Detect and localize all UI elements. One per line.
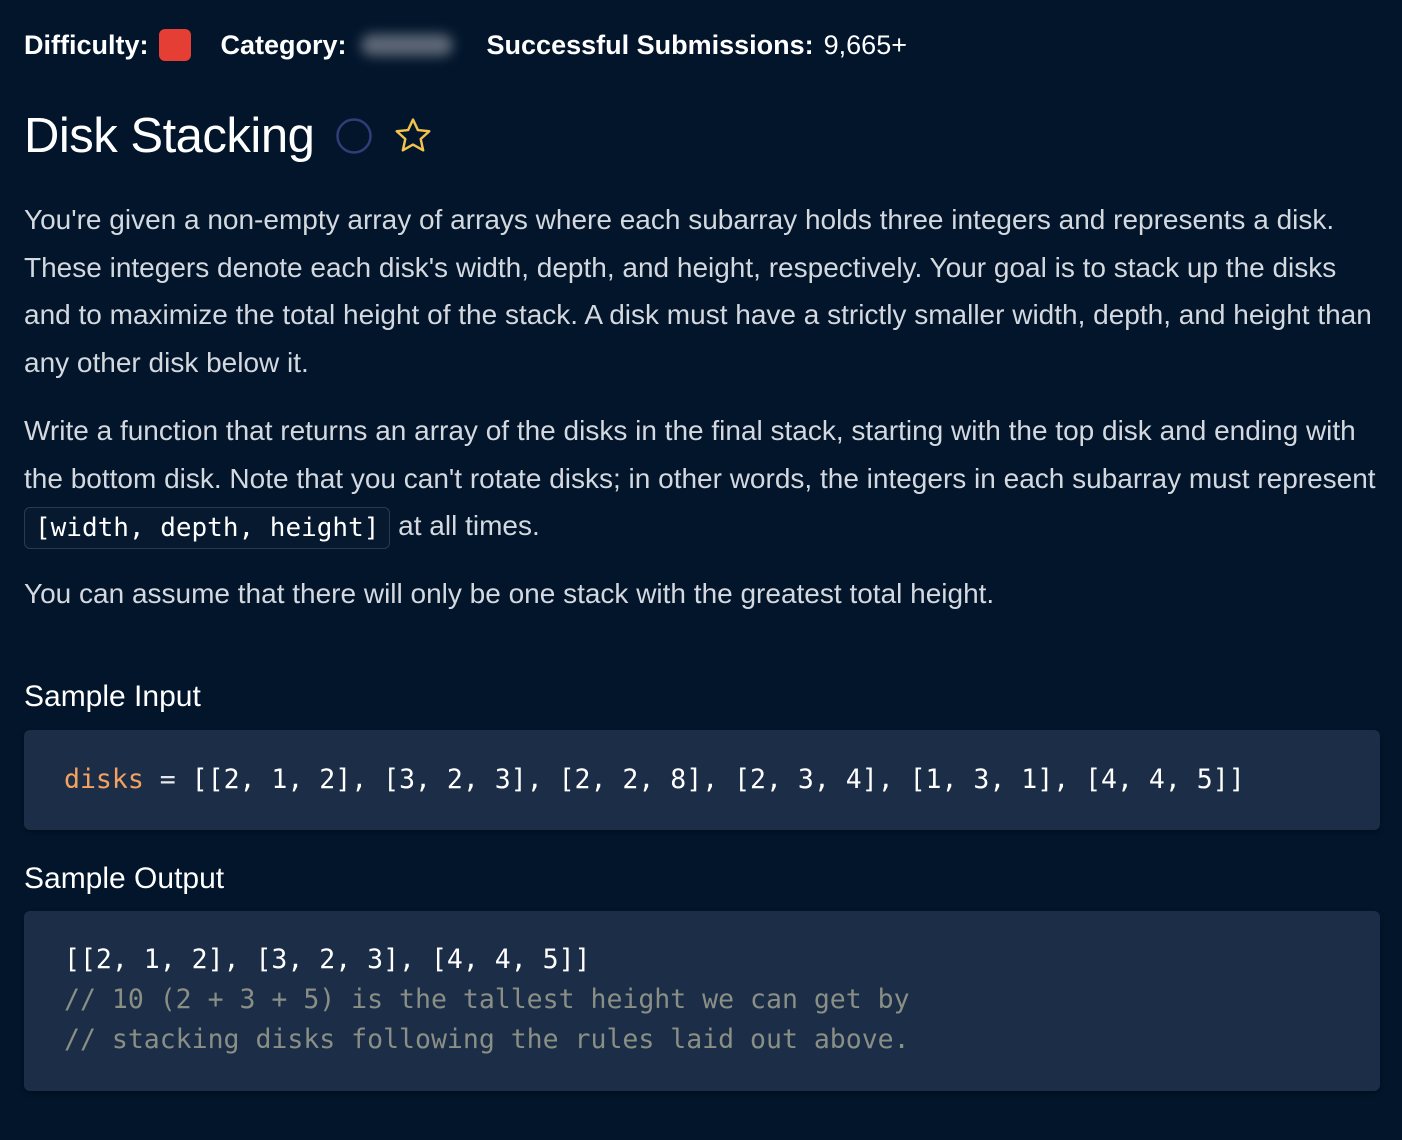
submissions-count: 9,665+ — [823, 29, 907, 60]
submissions-label: Successful Submissions: — [486, 29, 814, 60]
code-operator: = — [143, 764, 192, 795]
difficulty-indicator — [158, 29, 191, 61]
category-value-blurred — [360, 34, 453, 56]
title-row: Disk Stacking — [24, 104, 434, 168]
code-variable: disks — [64, 764, 144, 795]
sample-output-heading: Sample Output — [24, 862, 225, 895]
output-comment-line: // stacking disks following the rules la… — [64, 1024, 910, 1055]
favorite-star-icon[interactable] — [392, 115, 434, 157]
sample-input-code-block: disks = [[2, 1, 2], [3, 2, 3], [2, 2, 8]… — [24, 730, 1380, 830]
output-line: [[2, 1, 2], [3, 2, 3], [4, 4, 5]] — [64, 944, 591, 975]
paragraph-2-text-end: at all times. — [390, 510, 540, 541]
inline-code-width-depth-height: [width, depth, height] — [24, 506, 391, 549]
difficulty-label: Difficulty: — [24, 29, 149, 60]
category-label: Category: — [220, 29, 347, 60]
code-value: [[2, 1, 2], [3, 2, 3], [2, 2, 8], [2, 3,… — [191, 764, 1245, 795]
sample-input-heading: Sample Input — [24, 680, 201, 713]
description-paragraph-3: You can assume that there will only be o… — [24, 578, 995, 609]
meta-bar: Difficulty: Category: Successful Submiss… — [24, 26, 907, 64]
description-paragraph-1: You're given a non-empty array of arrays… — [24, 204, 1372, 378]
page-title: Disk Stacking — [24, 109, 315, 163]
description-paragraph-2: Write a function that returns an array o… — [24, 407, 1386, 550]
sample-output-code-block: [[2, 1, 2], [3, 2, 3], [4, 4, 5]] // 10 … — [24, 911, 1380, 1091]
completion-circle-icon[interactable] — [336, 118, 373, 154]
paragraph-2-text: Write a function that returns an array o… — [24, 415, 1376, 494]
output-comment-line: // 10 (2 + 3 + 5) is the tallest height … — [64, 984, 910, 1015]
